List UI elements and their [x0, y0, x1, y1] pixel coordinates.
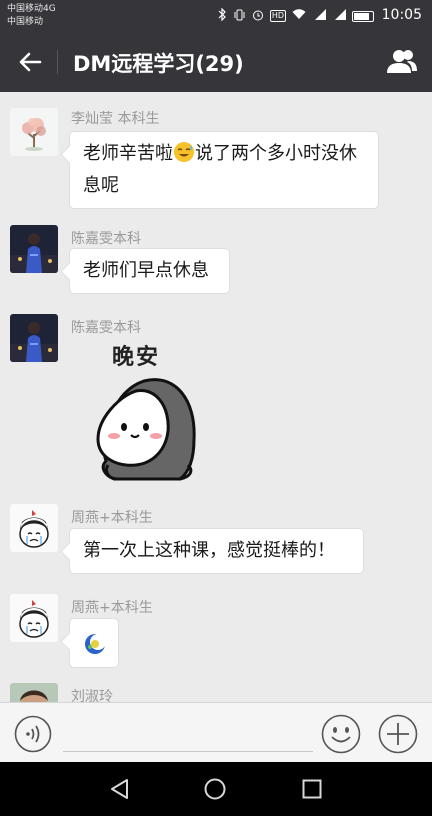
sender-name: 周燕+本科生 [71, 510, 153, 526]
sender-name: 陈嘉雯本科 [71, 320, 141, 336]
status-bar: 中国移动4G 中国移动 HD 10:05 [0, 0, 432, 32]
photo-avatar[interactable] [10, 683, 58, 702]
chat-header: DM远程学习(29) [0, 32, 432, 92]
header-divider [57, 50, 58, 74]
alarm-icon [252, 9, 264, 24]
cartoon-girl-avatar[interactable] [10, 504, 58, 552]
message-bubble[interactable]: 老师辛苦啦 说了两个多小时没休息呢 [69, 131, 379, 209]
sender-name: 周燕+本科生 [71, 600, 153, 616]
chat-title: DM远程学习(29) [73, 52, 244, 76]
message-bubble[interactable]: 第一次上这种课，感觉挺棒的！ [69, 528, 364, 574]
group-members-button[interactable] [384, 44, 420, 80]
signal-4g-icon [312, 9, 326, 23]
message-bubble[interactable] [69, 618, 119, 668]
blossom-tree-avatar[interactable] [10, 108, 58, 156]
signal-2g-icon [332, 9, 346, 23]
vibrate-icon [233, 9, 246, 24]
sender-name: 李灿莹 本科生 [71, 111, 160, 127]
carrier-1: 中国移动4G [7, 4, 56, 14]
blue-moon-emoji [83, 632, 107, 665]
carrier-2: 中国移动 [7, 17, 44, 27]
voice-icon [14, 715, 52, 753]
nav-home-button[interactable] [203, 777, 227, 801]
battery-icon [352, 10, 374, 22]
group-members-icon [387, 50, 417, 73]
cartoon-girl-avatar[interactable] [10, 594, 58, 642]
message-text: 第一次上这种课，感觉挺棒的！ [83, 540, 335, 561]
sender-name: 刘淑玲 [71, 689, 113, 702]
arrow-left-icon [19, 52, 42, 72]
system-nav-bar [0, 762, 432, 816]
message-bubble[interactable]: 老师们早点休息 [69, 248, 230, 294]
bluetooth-icon [218, 7, 227, 24]
message-input[interactable] [63, 751, 313, 752]
plus-icon [378, 714, 418, 754]
smiley-icon [321, 714, 361, 754]
more-options-button[interactable] [378, 714, 418, 754]
night-city-avatar[interactable] [10, 225, 58, 273]
message-list[interactable]: 李灿莹 本科生 老师辛苦啦说了两个多小时没休息呢 陈嘉雯本科 老师们早点休息 [0, 92, 432, 702]
wifi-icon [292, 9, 306, 23]
triangle-back-icon [111, 779, 128, 799]
message-text: 老师们早点休息 [83, 260, 209, 281]
nav-recents-button[interactable] [300, 777, 324, 801]
circle-home-icon [204, 778, 226, 800]
hd-badge: HD [269, 10, 286, 22]
square-recents-icon [302, 779, 322, 799]
nav-back-button[interactable] [108, 777, 132, 801]
emoji-button[interactable] [321, 714, 361, 754]
blanket-ghost-goodnight-sticker[interactable]: 晚安 [84, 339, 214, 489]
clock: 10:05 [381, 7, 422, 23]
sender-name: 陈嘉雯本科 [71, 231, 141, 247]
night-city-avatar[interactable] [10, 314, 58, 362]
back-button[interactable] [14, 46, 46, 78]
message-text: 老师辛苦啦 [83, 143, 173, 164]
voice-button[interactable] [14, 715, 52, 753]
sweat-smile-emoji [173, 141, 195, 172]
status-icons: HD [218, 7, 374, 24]
input-bar [0, 702, 432, 763]
